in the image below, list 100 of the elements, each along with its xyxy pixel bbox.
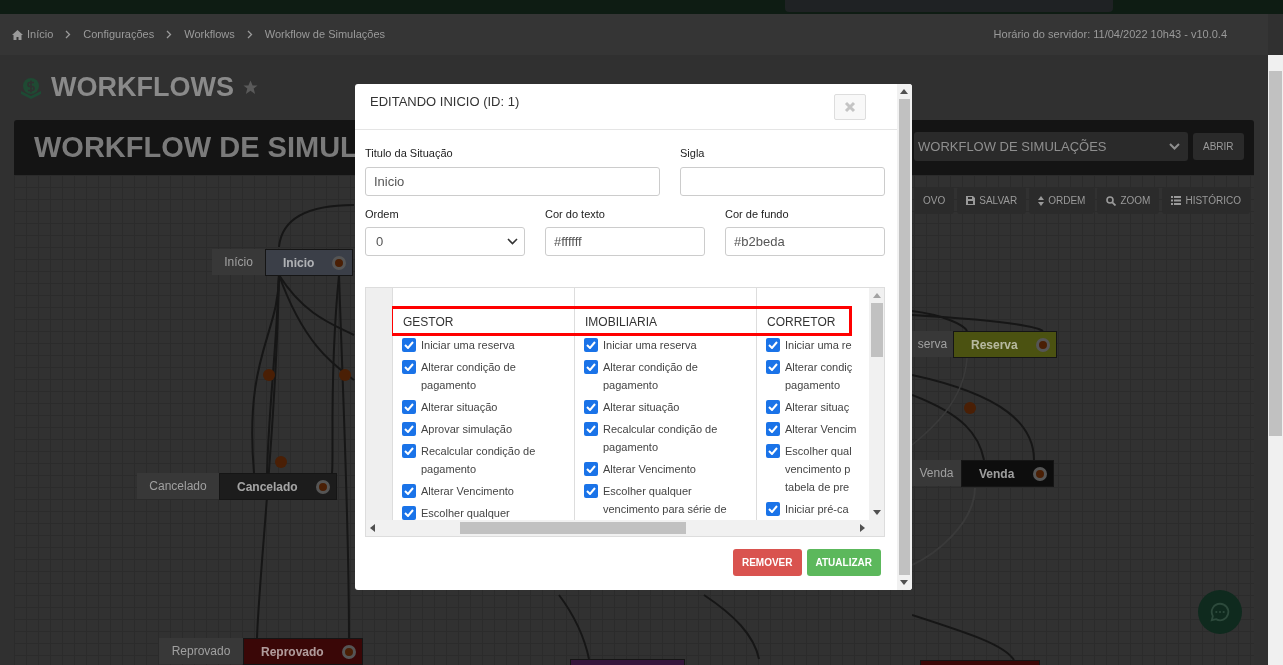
vertical-scrollbar[interactable] — [869, 288, 884, 536]
node-handle-icon[interactable] — [342, 644, 356, 659]
open-button[interactable]: ABRIR — [1193, 133, 1244, 160]
horizontal-scrollbar[interactable] — [366, 520, 869, 536]
checkbox[interactable] — [584, 360, 598, 374]
checkbox[interactable] — [402, 444, 416, 458]
permission-label: Escolher qualquer vencimento para série de — [603, 484, 727, 517]
chat-icon — [1209, 601, 1231, 623]
permission-label: Alterar Vencimento — [421, 484, 514, 499]
checkbox[interactable] — [766, 444, 780, 458]
scroll-right-icon — [860, 524, 865, 532]
permission-label: Alterar condição de pagamento — [421, 360, 516, 393]
chevron-down-icon — [507, 238, 518, 245]
field-label: Ordem — [365, 206, 400, 222]
column-heading: CORRETOR — [766, 314, 837, 331]
node-label: serva — [912, 331, 953, 357]
server-info: Horário do servidor: 11/04/2022 10h43 - v10.0.4 — [993, 27, 1227, 43]
checkbox[interactable] — [584, 422, 598, 436]
breadcrumb-link[interactable]: Workflows — [184, 26, 235, 43]
page-scrollbar[interactable] — [1268, 55, 1283, 665]
permission-label: Alterar situaç — [785, 400, 850, 415]
checkbox[interactable] — [584, 484, 598, 498]
workflow-node[interactable]: Inicio — [265, 249, 353, 276]
input-field[interactable] — [680, 166, 885, 196]
toolbar-button[interactable]: SALVAR — [957, 187, 1027, 214]
field-label: Sigla — [680, 146, 706, 161]
workflow-node[interactable]: Reprovado — [243, 638, 363, 665]
scrollbar-thumb[interactable] — [871, 303, 883, 357]
scroll-up-icon — [873, 293, 881, 298]
permission-label: Iniciar uma reserva — [421, 338, 515, 353]
node-handle-icon[interactable] — [1033, 466, 1047, 481]
workflow-select[interactable]: WORKFLOW DE SIMULAÇÕES — [914, 132, 1188, 161]
permission-label: Iniciar uma re — [785, 338, 852, 353]
remove-button[interactable]: REMOVER — [732, 549, 802, 576]
breadcrumb-link[interactable]: Configurações — [83, 26, 155, 43]
scroll-down-icon — [900, 580, 908, 585]
chevron-right-icon — [246, 30, 253, 39]
node-label: Cancelado — [137, 473, 219, 499]
permission-label: Recalcular condição de pagamento — [603, 422, 718, 455]
checkbox[interactable] — [402, 400, 416, 414]
checkbox[interactable] — [402, 422, 416, 436]
permission-label: Escolher qualquer — [421, 506, 510, 520]
scrollbar-thumb[interactable] — [899, 99, 910, 575]
checkbox[interactable] — [402, 360, 416, 374]
input-field[interactable]: Inicio — [365, 166, 660, 196]
checkbox[interactable] — [584, 462, 598, 476]
checkbox[interactable] — [402, 338, 416, 352]
input-field[interactable]: #ffffff — [545, 227, 705, 256]
dialog-scrollbar[interactable] — [897, 84, 912, 590]
checkbox[interactable] — [766, 502, 780, 516]
money-box-icon — [19, 76, 43, 99]
scrollbar-thumb[interactable] — [460, 522, 686, 534]
input-field[interactable]: #b2beda — [725, 227, 885, 256]
workflow-node[interactable]: Venda — [961, 460, 1054, 487]
node-handle-icon[interactable] — [332, 255, 346, 270]
checkbox[interactable] — [402, 506, 416, 520]
permission-label: Alterar Vencim — [785, 422, 857, 437]
checkbox[interactable] — [766, 422, 780, 436]
field-label: Cor de fundo — [725, 206, 790, 222]
node-label: Início — [212, 249, 265, 275]
column-heading: GESTOR — [402, 314, 455, 331]
toolbar-button[interactable]: OVO — [914, 187, 955, 214]
column-heading: IMOBILIARIA — [584, 314, 659, 331]
list-icon — [1171, 196, 1182, 205]
ordem-select[interactable]: 0 — [365, 227, 525, 256]
permission-label: Alterar condição de pagamento — [603, 360, 698, 393]
toolbar-button[interactable]: ORDEM — [1029, 187, 1095, 214]
permission-label: Aprovar simulação — [421, 422, 513, 437]
permission-label: Iniciar uma reserva — [603, 338, 697, 353]
permission-label: Recalcular condição de pagamento — [421, 444, 536, 477]
checkbox[interactable] — [766, 360, 780, 374]
checkbox[interactable] — [402, 484, 416, 498]
node-label: Venda — [912, 460, 961, 486]
field-label: Cor do texto — [545, 206, 606, 222]
home-icon — [12, 29, 23, 40]
breadcrumb-link[interactable]: Workflow de Simulações — [264, 26, 385, 43]
field-label: Titulo da Situação — [365, 146, 454, 161]
node-handle-icon[interactable] — [1036, 337, 1050, 352]
toolbar-button[interactable]: HISTÓRICO — [1162, 187, 1250, 214]
permission-label: Iniciar pré-ca — [785, 502, 849, 517]
checkbox[interactable] — [766, 338, 780, 352]
node-label: Reprovado — [159, 638, 243, 664]
checkbox[interactable] — [584, 338, 598, 352]
checkbox[interactable] — [584, 400, 598, 414]
permission-label: Alterar situação — [603, 400, 680, 415]
scroll-left-icon — [370, 524, 375, 532]
checkbox[interactable] — [766, 400, 780, 414]
chevron-right-icon — [65, 30, 72, 39]
star-icon[interactable] — [241, 79, 259, 96]
scroll-down-icon — [873, 510, 881, 515]
dialog-title: EDITANDO INICIO (ID: 1) — [370, 92, 520, 111]
close-icon — [844, 100, 856, 113]
workflow-node[interactable]: Reserva — [953, 331, 1057, 358]
workflow-node[interactable]: Cancelado — [219, 473, 337, 500]
permission-label: Alterar situação — [421, 400, 498, 415]
page-title: WORKFLOWS — [51, 74, 234, 101]
workflow-title: WORKFLOW DE SIMUL — [34, 129, 358, 165]
node-handle-icon[interactable] — [316, 479, 330, 494]
breadcrumb-link[interactable]: Início — [27, 26, 54, 43]
toolbar-button[interactable]: ZOOM — [1097, 187, 1160, 214]
